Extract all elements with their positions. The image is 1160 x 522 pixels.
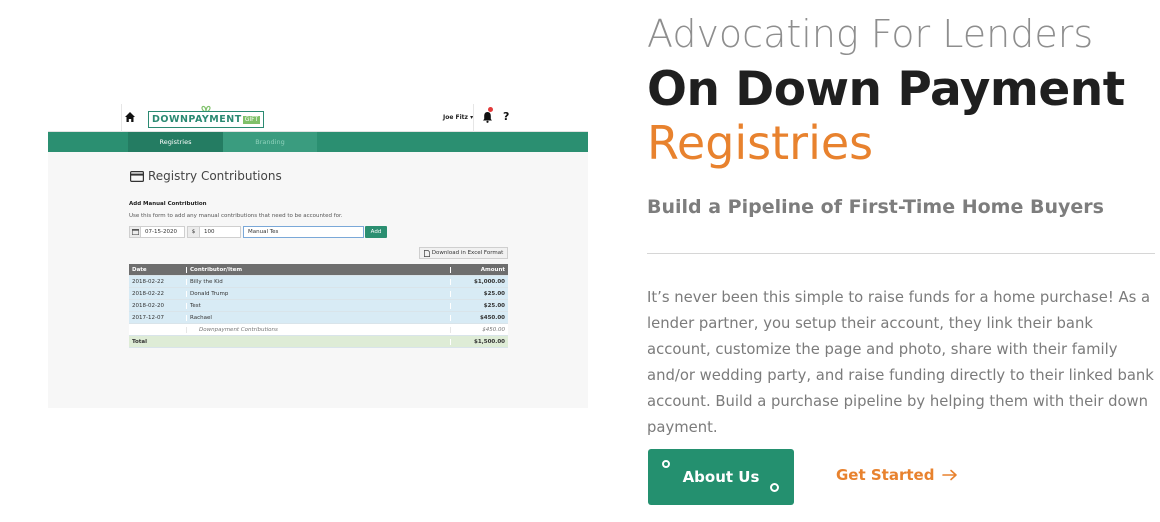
cell-contributor: Rachael (186, 314, 450, 321)
user-menu[interactable]: Joe Fitz ▾ (443, 114, 473, 121)
cell-contributor: Downpayment Contributions (186, 326, 450, 333)
date-value: 07-15-2020 (145, 229, 177, 235)
page-heading: Registry Contributions (130, 169, 282, 183)
cell-amount: $450.00 (450, 326, 508, 333)
about-us-button[interactable]: About Us (648, 449, 794, 505)
bell-icon[interactable] (482, 111, 493, 123)
cell-amount: $450.00 (450, 314, 508, 321)
calendar-icon (130, 227, 141, 237)
form-title: Add Manual Contribution (129, 201, 207, 207)
hero-eyebrow: Advocating For Lenders (647, 12, 1094, 56)
contributions-table: Date Contributor/Item Amount 2018-02-22 … (129, 264, 508, 348)
cell-date: 2018-02-22 (132, 290, 164, 297)
cell-date: 2018-02-20 (132, 302, 164, 309)
total-label: Total (132, 338, 148, 345)
logo-badge: GIFT (242, 115, 261, 124)
credit-card-icon (130, 170, 144, 182)
column-header-contributor[interactable]: Contributor/Item (186, 266, 450, 273)
get-started-label: Get Started (836, 466, 935, 484)
page-title: Registry Contributions (148, 169, 282, 183)
cell-contributor: Donald Trump (186, 290, 450, 297)
hero-headline: On Down Payment (647, 62, 1125, 117)
currency-addon: $ (188, 227, 200, 237)
table-row[interactable]: 2018-02-22 Billy the Kid $1,000.00 (129, 276, 508, 288)
table-subtotal-row: Downpayment Contributions $450.00 (129, 324, 508, 336)
decorative-ring (770, 483, 779, 492)
download-label: Download in Excel Format (431, 250, 504, 256)
form-help-text: Use this form to add any manual contribu… (129, 213, 343, 219)
file-icon (423, 249, 430, 257)
cell-amount: $25.00 (450, 302, 508, 309)
hero-body: It’s never been this simple to raise fun… (647, 289, 1154, 436)
table-row[interactable]: 2018-02-22 Donald Trump $25.00 (129, 288, 508, 300)
hero-accent: Registries (647, 116, 874, 170)
decorative-ring (662, 460, 670, 468)
cell-date: 2017-12-07 (132, 314, 164, 321)
app-nav-bar: Registries Branding (48, 132, 588, 152)
add-button[interactable]: Add (365, 226, 387, 238)
download-excel-button[interactable]: Download in Excel Format (419, 247, 508, 259)
tab-branding[interactable]: Branding (223, 132, 317, 152)
cell-amount: $1,000.00 (450, 278, 508, 285)
cell-contributor: Test (186, 302, 450, 309)
table-row[interactable]: 2017-12-07 Rachael $450.00 (129, 312, 508, 324)
product-screenshot: DOWNPAYMENT GIFT Joe Fitz ▾ ? Registries… (48, 104, 588, 408)
page: DOWNPAYMENT GIFT Joe Fitz ▾ ? Registries… (0, 0, 1160, 522)
hero-subhead: Build a Pipeline of First-Time Home Buye… (647, 196, 1104, 218)
date-input[interactable]: 07-15-2020 (129, 226, 185, 238)
divider (647, 253, 1155, 254)
column-header-amount[interactable]: Amount (450, 266, 508, 273)
logo-text: DOWNPAYMENT (152, 114, 242, 125)
cell-contributor: Billy the Kid (186, 278, 450, 285)
divider (121, 104, 122, 132)
contributor-name-value: Manual Tes (248, 229, 279, 235)
contributor-name-input[interactable]: Manual Tes (243, 226, 364, 238)
amount-value: 100 (204, 229, 215, 235)
table-row[interactable]: 2018-02-20 Test $25.00 (129, 300, 508, 312)
about-us-label: About Us (682, 468, 760, 486)
tab-registries[interactable]: Registries (128, 132, 223, 152)
home-icon[interactable] (124, 111, 136, 123)
divider (473, 104, 474, 132)
amount-input[interactable]: $ 100 (187, 226, 241, 238)
notification-badge (488, 107, 493, 112)
table-total-row: Total $1,500.00 (129, 336, 508, 348)
table-header-row: Date Contributor/Item Amount (129, 264, 508, 276)
cell-date: 2018-02-22 (132, 278, 164, 285)
cell-amount: $25.00 (450, 290, 508, 297)
app-top-bar: DOWNPAYMENT GIFT Joe Fitz ▾ ? (48, 104, 588, 132)
total-amount: $1,500.00 (450, 338, 508, 345)
help-icon[interactable]: ? (503, 110, 509, 123)
get-started-link[interactable]: Get Started (836, 466, 958, 484)
arrow-right-icon (942, 469, 958, 481)
column-header-date[interactable]: Date (129, 267, 186, 273)
downpayment-logo[interactable]: DOWNPAYMENT GIFT (148, 111, 265, 128)
